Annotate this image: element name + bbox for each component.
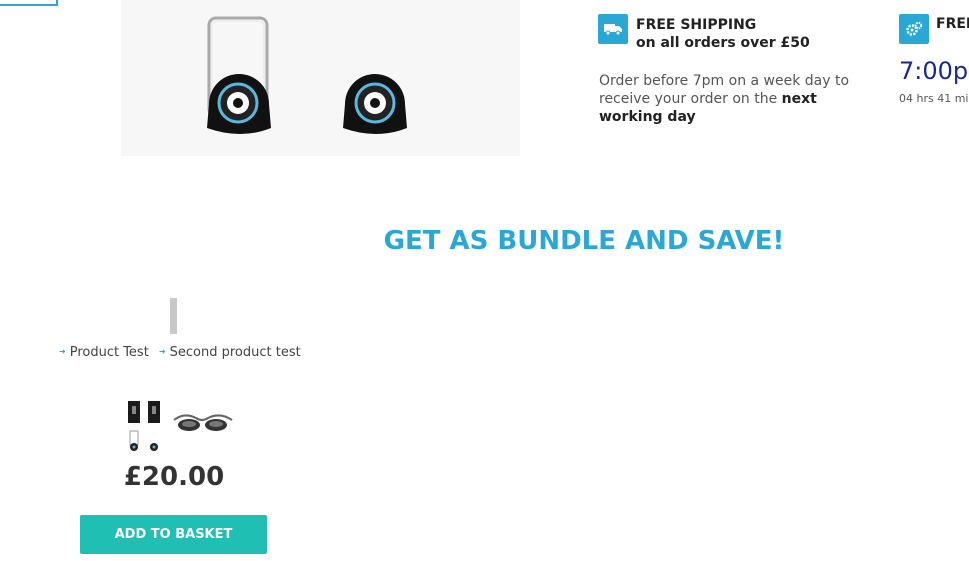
product-image[interactable]	[121, 0, 520, 156]
shipping-title: FREE SHIPPING	[636, 17, 757, 33]
gears-icon	[899, 14, 929, 44]
bundle-item-list: ➜ Product Test ➜ Second product test	[59, 345, 307, 360]
bundle-product-thumbnail[interactable]	[124, 399, 168, 454]
bundle-price: £20.00	[123, 462, 225, 492]
time-remaining: 04 hrs 41 min	[899, 92, 969, 105]
bundle-placeholder-bar	[170, 298, 177, 334]
add-to-basket-button[interactable]: ADD TO BASKET	[80, 515, 267, 554]
3d-glasses-thumbnail[interactable]	[172, 404, 234, 442]
order-cutoff-text: Order before 7pm on a week day to receiv…	[599, 72, 869, 126]
bundle-item-link[interactable]: Second product test	[170, 345, 301, 360]
cutoff-time: 7:00pm	[899, 57, 969, 85]
shipping-subtitle: on all orders over £50	[636, 35, 810, 51]
bundle-heading: GET AS BUNDLE AND SAVE!	[383, 226, 785, 256]
bundle-item-link[interactable]: Product Test	[70, 345, 149, 360]
truck-icon	[598, 14, 628, 44]
arrow-right-icon: ➜	[158, 347, 166, 356]
arrow-right-icon: ➜	[59, 347, 66, 356]
thumbnail-selected[interactable]: ●●●	[0, 0, 58, 6]
wall-mount-brackets-icon	[207, 16, 407, 134]
clock-title: FREE	[936, 16, 969, 32]
